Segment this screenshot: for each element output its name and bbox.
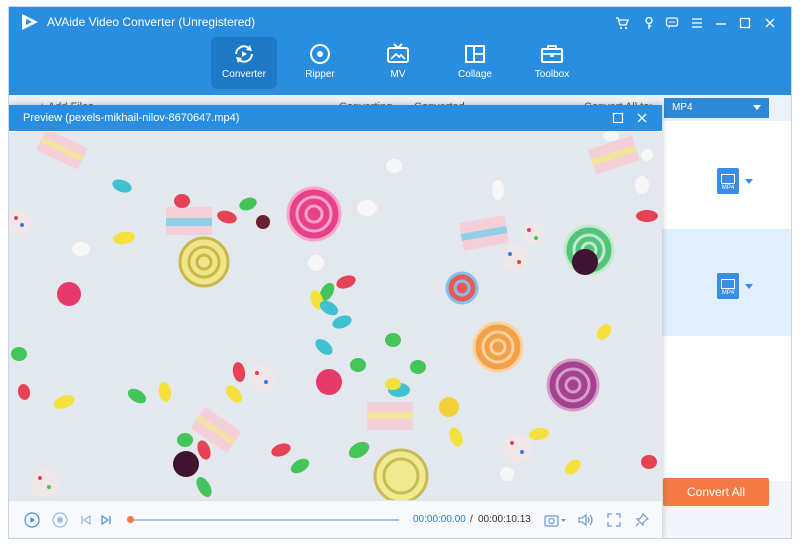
menu-icon[interactable] bbox=[686, 12, 708, 34]
progress-handle[interactable] bbox=[127, 516, 134, 523]
nav-label: Collage bbox=[458, 69, 492, 80]
time-separator: / bbox=[470, 514, 473, 525]
video-frame[interactable] bbox=[9, 132, 662, 500]
nav-collage[interactable]: Collage bbox=[442, 37, 508, 89]
converter-icon bbox=[231, 43, 257, 65]
stop-icon[interactable] bbox=[51, 511, 69, 529]
nav-toolbox[interactable]: Toolbox bbox=[519, 37, 585, 89]
fullscreen-icon[interactable] bbox=[605, 511, 623, 529]
preview-title-bar: Preview (pexels-mikhail-nilov-8670647.mp… bbox=[9, 105, 662, 131]
total-time: 00:00:10.13 bbox=[478, 514, 531, 525]
format-value: MP4 bbox=[672, 102, 693, 113]
previous-frame-icon[interactable] bbox=[77, 511, 95, 529]
format-badge-label: MP4 bbox=[721, 290, 735, 296]
ripper-icon bbox=[307, 43, 333, 65]
preview-window: Preview (pexels-mikhail-nilov-8670647.mp… bbox=[9, 105, 662, 538]
play-icon[interactable] bbox=[23, 511, 41, 529]
title-bar: AVAide Video Converter (Unregistered) Co… bbox=[9, 7, 791, 95]
collage-icon bbox=[462, 43, 488, 65]
maximize-icon[interactable] bbox=[734, 12, 756, 34]
nav-ripper[interactable]: Ripper bbox=[287, 37, 353, 89]
nav-label: Converter bbox=[222, 69, 266, 80]
app-title: AVAide Video Converter (Unregistered) bbox=[47, 15, 256, 29]
nav-label: Toolbox bbox=[534, 69, 570, 80]
progress-track[interactable] bbox=[129, 519, 399, 521]
nav-label: Ripper bbox=[305, 69, 335, 80]
chevron-down-icon bbox=[753, 105, 761, 110]
nav-mv[interactable]: MV bbox=[365, 37, 431, 89]
nav-label: MV bbox=[390, 69, 406, 80]
chevron-down-icon[interactable] bbox=[745, 179, 753, 184]
chevron-down-icon[interactable] bbox=[745, 284, 753, 289]
snapshot-icon[interactable] bbox=[543, 511, 569, 529]
feedback-icon[interactable] bbox=[661, 12, 683, 34]
format-badge-label: MP4 bbox=[721, 185, 735, 191]
output-format-icon[interactable]: MP4 bbox=[717, 168, 739, 194]
pin-icon[interactable] bbox=[633, 511, 651, 529]
preview-title: Preview (pexels-mikhail-nilov-8670647.mp… bbox=[23, 112, 240, 124]
close-icon[interactable] bbox=[633, 109, 651, 127]
close-icon[interactable] bbox=[759, 12, 781, 34]
minimize-icon[interactable] bbox=[710, 12, 732, 34]
next-frame-icon[interactable] bbox=[97, 511, 115, 529]
app-logo bbox=[22, 14, 38, 30]
playback-controls: 00:00:00.00 / 00:00:10.13 bbox=[9, 500, 662, 538]
key-icon[interactable] bbox=[638, 12, 660, 34]
volume-icon[interactable] bbox=[577, 511, 595, 529]
video-frame-image bbox=[9, 132, 662, 500]
cart-icon[interactable] bbox=[611, 12, 633, 34]
nav-converter[interactable]: Converter bbox=[211, 37, 277, 89]
current-time: 00:00:00.00 bbox=[413, 514, 466, 525]
convert-all-button[interactable]: Convert All bbox=[663, 478, 769, 506]
output-format-icon[interactable]: MP4 bbox=[717, 273, 739, 299]
toolbox-icon bbox=[539, 43, 565, 65]
app-window: AVAide Video Converter (Unregistered) Co… bbox=[8, 6, 792, 539]
maximize-icon[interactable] bbox=[609, 109, 627, 127]
convert-all-format-select[interactable]: MP4 bbox=[664, 98, 769, 118]
mv-icon bbox=[385, 43, 411, 65]
file-list: MP4 MP4 bbox=[661, 121, 791, 481]
